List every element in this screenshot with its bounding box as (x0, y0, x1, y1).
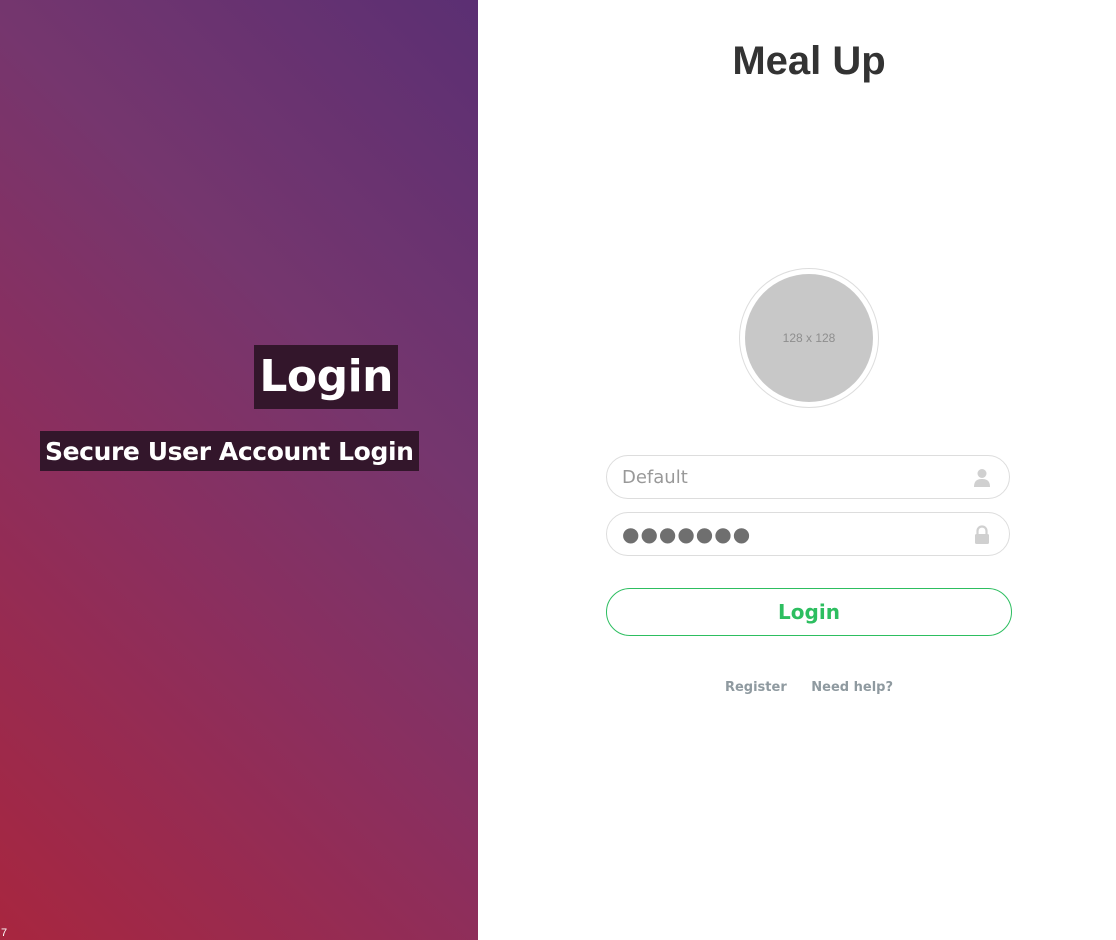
corner-label: 7 (1, 927, 8, 939)
login-button[interactable]: Login (606, 588, 1012, 636)
lock-icon (973, 525, 991, 545)
user-icon (973, 468, 991, 488)
avatar: 128 x 128 (745, 274, 873, 402)
register-link[interactable]: Register (725, 680, 787, 695)
help-link[interactable]: Need help? (811, 680, 893, 695)
login-panel: Meal Up 128 x 128 Login (478, 0, 1116, 940)
password-input[interactable] (622, 513, 962, 555)
hero-subtitle: Secure User Account Login (40, 431, 419, 471)
username-input[interactable] (622, 456, 962, 498)
avatar-frame: 128 x 128 (739, 268, 879, 408)
login-page: Login Secure User Account Login 7 Meal U… (0, 0, 1116, 940)
brand-title: Meal Up (732, 39, 886, 83)
username-field[interactable] (606, 455, 1010, 499)
hero-panel: Login Secure User Account Login 7 (0, 0, 478, 940)
auth-links: Register Need help? (478, 680, 1116, 695)
hero-title: Login (254, 345, 398, 409)
password-field[interactable] (606, 512, 1010, 556)
